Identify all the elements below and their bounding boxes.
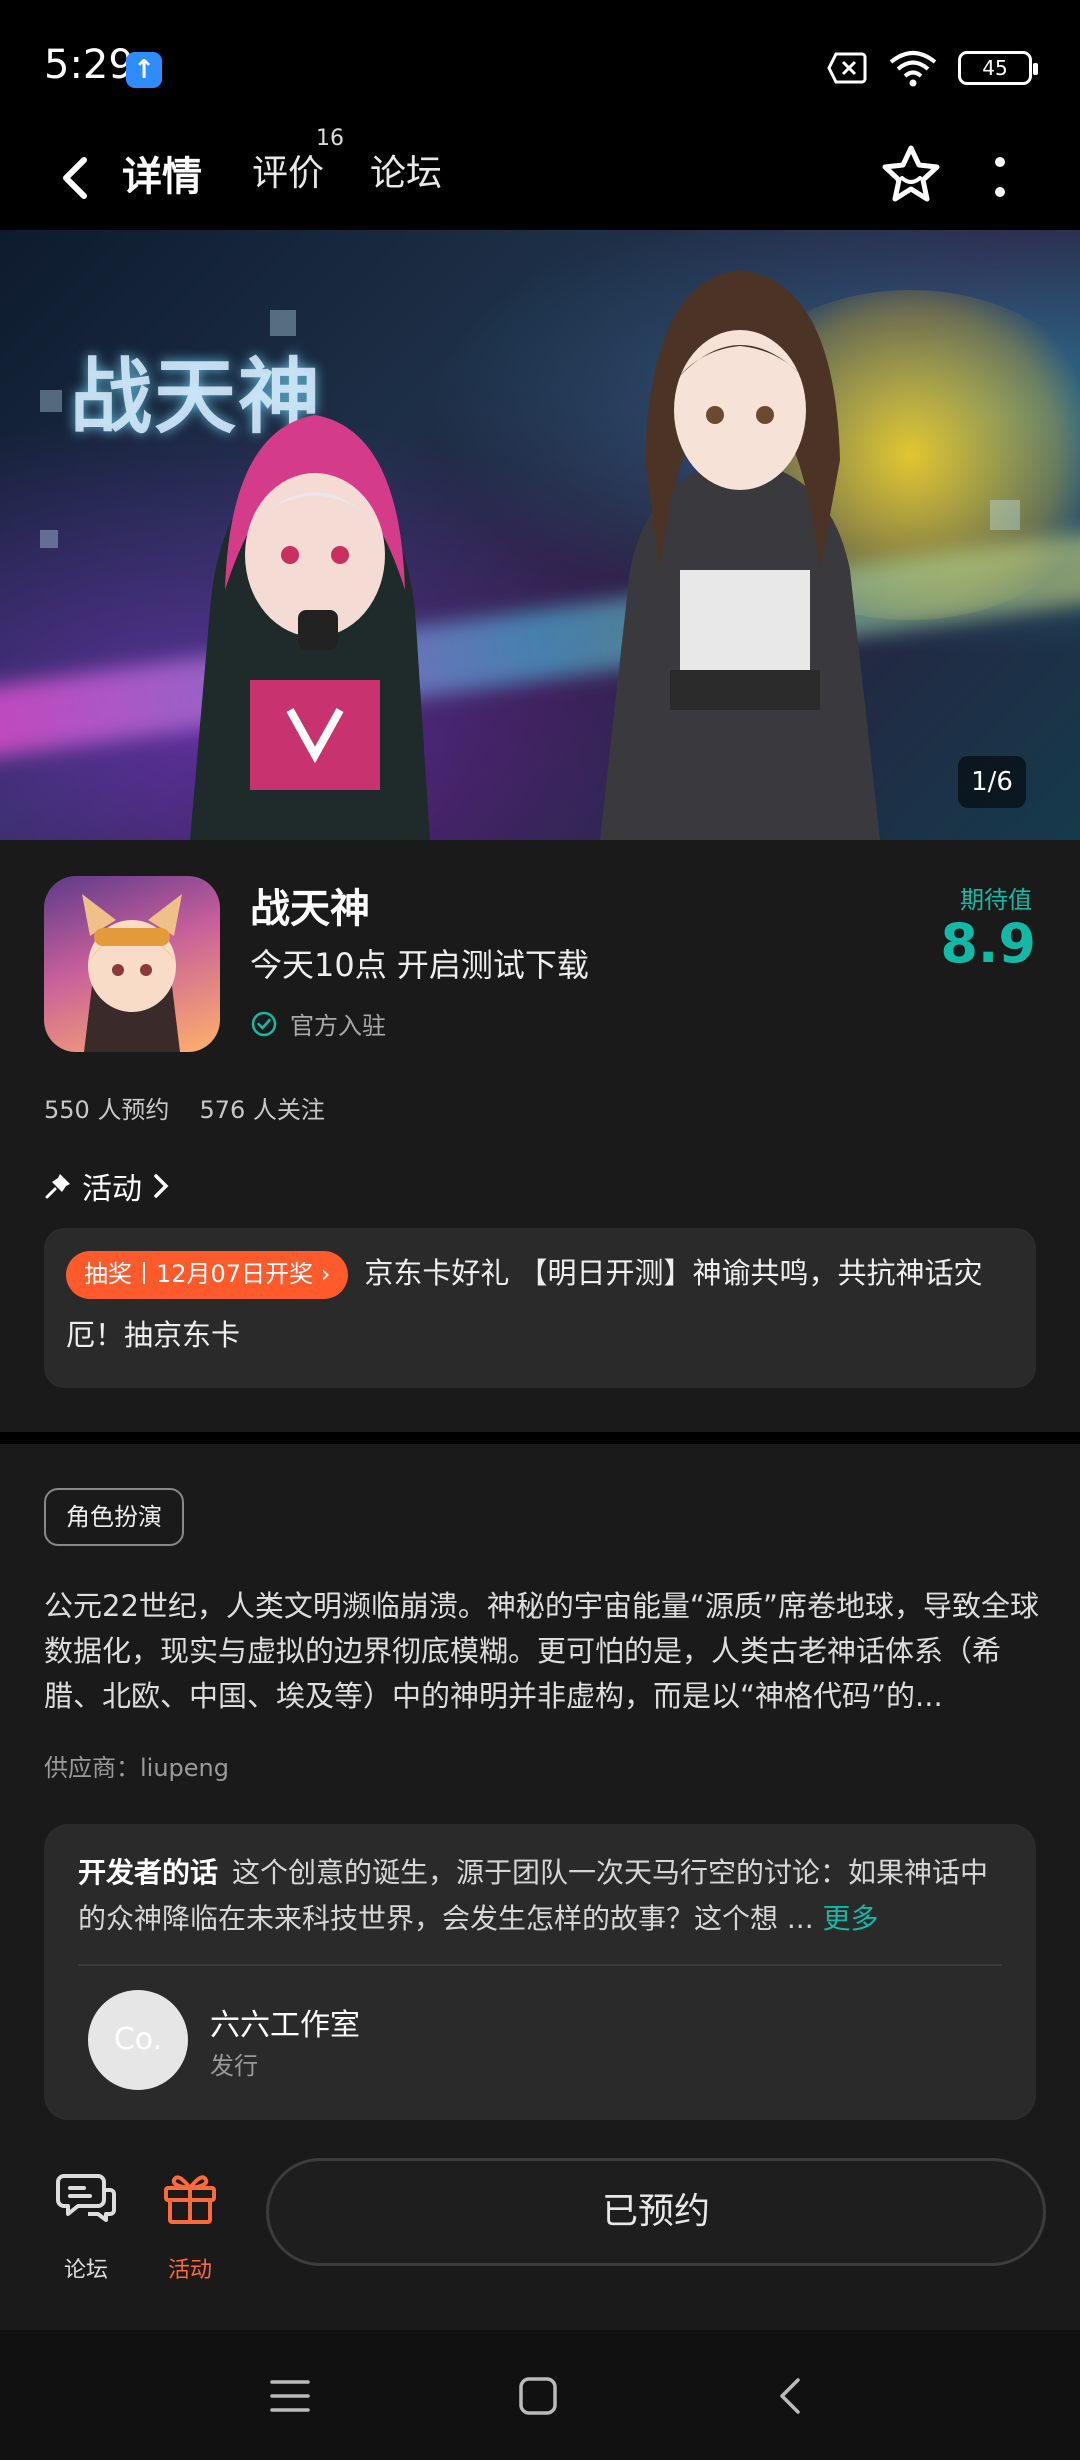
game-description[interactable]: 公元22世纪，人类文明濒临崩溃。神秘的宇宙能量“源质”席卷地球，导致全球数据化，… bbox=[44, 1584, 1040, 1719]
pin-icon bbox=[45, 1174, 70, 1199]
game-subtitle: 今天10点 开启测试下载 bbox=[250, 946, 589, 984]
supplier-text: 供应商：liupeng bbox=[44, 1754, 229, 1782]
game-title: 战天神 bbox=[250, 886, 370, 932]
banner-pixel bbox=[40, 390, 62, 412]
game-info-section: 战天神 今天10点 开启测试下载 官方入驻 期待值 8.9 550 人预约 57… bbox=[0, 840, 1080, 1432]
reservation-count: 550 人预约 bbox=[44, 1096, 170, 1124]
official-label: 官方入驻 bbox=[290, 1012, 386, 1040]
developer-card-divider bbox=[78, 1964, 1002, 1966]
official-badge: 官方入驻 bbox=[250, 1006, 386, 1041]
activity-card[interactable]: 抽奖丨12月07日开奖 › 京东卡好礼 【明日开测】神谕共鸣，共抗神话灾厄！抽京东… bbox=[44, 1228, 1036, 1388]
tab-details[interactable]: 详情 bbox=[122, 144, 202, 202]
developer-words-heading: 开发者的话 bbox=[78, 1856, 219, 1889]
recent-apps-icon[interactable] bbox=[270, 2376, 310, 2416]
review-count-badge: 16 bbox=[316, 126, 344, 151]
top-nav: 详情 评价 16 论坛 bbox=[0, 126, 1080, 230]
bottom-action-bar: 论坛 活动 已预约 bbox=[0, 2154, 1080, 2330]
home-icon[interactable] bbox=[518, 2376, 558, 2416]
character-illustration-right bbox=[600, 270, 880, 840]
studio-avatar[interactable]: Co. bbox=[88, 1990, 188, 2090]
status-icons: 45 bbox=[826, 48, 1038, 88]
section-divider bbox=[0, 1432, 1080, 1444]
more-link[interactable]: 更多 bbox=[823, 1902, 879, 1935]
developer-words[interactable]: 开发者的话 这个创意的诞生，源于团队一次天马行空的讨论：如果神话中的众神降临在未来… bbox=[78, 1850, 1008, 1942]
studio-role: 发行 bbox=[210, 2052, 258, 2080]
favorite-star-icon[interactable] bbox=[878, 142, 944, 208]
tab-forum-label: 论坛 bbox=[370, 153, 443, 194]
banner-pixel bbox=[40, 530, 58, 548]
back-arrow-icon[interactable] bbox=[52, 148, 102, 208]
expectation-score: 8.9 bbox=[940, 912, 1036, 975]
chevron-right-icon bbox=[154, 1174, 169, 1198]
no-sim-icon bbox=[827, 52, 867, 84]
forum-chat-icon bbox=[56, 2174, 116, 2222]
stats-row: 550 人预约 576 人关注 bbox=[44, 1090, 325, 1125]
activity-header: 活动 bbox=[82, 1172, 142, 1207]
reserved-button[interactable]: 已预约 bbox=[266, 2158, 1046, 2266]
upload-icon: ↑ bbox=[126, 52, 162, 88]
follower-count: 576 人关注 bbox=[199, 1096, 325, 1124]
forum-shortcut-label: 论坛 bbox=[63, 2258, 108, 2283]
tab-reviews[interactable]: 评价 bbox=[252, 144, 324, 196]
developer-card: 开发者的话 这个创意的诞生，源于团队一次天马行空的讨论：如果神话中的众神降临在未来… bbox=[44, 1824, 1036, 2120]
tab-reviews-label: 评价 bbox=[252, 153, 325, 194]
game-app-icon bbox=[44, 876, 220, 1052]
status-bar: 5:29 ↑ 45 bbox=[0, 0, 1080, 130]
description-section: 角色扮演 公元22世纪，人类文明濒临崩溃。神秘的宇宙能量“源质”席卷地球，导致全… bbox=[0, 1444, 1080, 2154]
carousel-page-indicator: 1/6 bbox=[958, 756, 1026, 808]
genre-tag[interactable]: 角色扮演 bbox=[44, 1488, 184, 1546]
clock: 5:29 bbox=[44, 42, 134, 88]
app-icon-illustration bbox=[82, 894, 182, 1052]
more-options-icon[interactable] bbox=[990, 152, 1010, 208]
system-nav-bar bbox=[0, 2330, 1080, 2460]
banner-carousel[interactable]: 战天神 1/6 bbox=[0, 230, 1080, 840]
verified-check-icon bbox=[251, 1011, 277, 1036]
activity-shortcut[interactable]: 活动 bbox=[158, 2164, 222, 2283]
expectation-label: 期待值 bbox=[960, 886, 1032, 914]
tab-details-label: 详情 bbox=[122, 154, 202, 200]
character-illustration-left bbox=[190, 415, 430, 840]
studio-name[interactable]: 六六工作室 bbox=[210, 2000, 360, 2044]
wifi-icon bbox=[889, 51, 937, 87]
battery-icon: 45 bbox=[958, 51, 1038, 85]
lottery-tag[interactable]: 抽奖丨12月07日开奖 › bbox=[66, 1251, 349, 1299]
activity-shortcut-label: 活动 bbox=[167, 2258, 212, 2283]
system-back-icon[interactable] bbox=[776, 2376, 806, 2416]
forum-shortcut[interactable]: 论坛 bbox=[54, 2164, 118, 2283]
tab-forum[interactable]: 论坛 bbox=[370, 144, 442, 196]
gift-icon bbox=[164, 2175, 216, 2224]
activity-section-link[interactable]: 活动 bbox=[44, 1164, 170, 1208]
banner-pixel bbox=[990, 500, 1020, 530]
